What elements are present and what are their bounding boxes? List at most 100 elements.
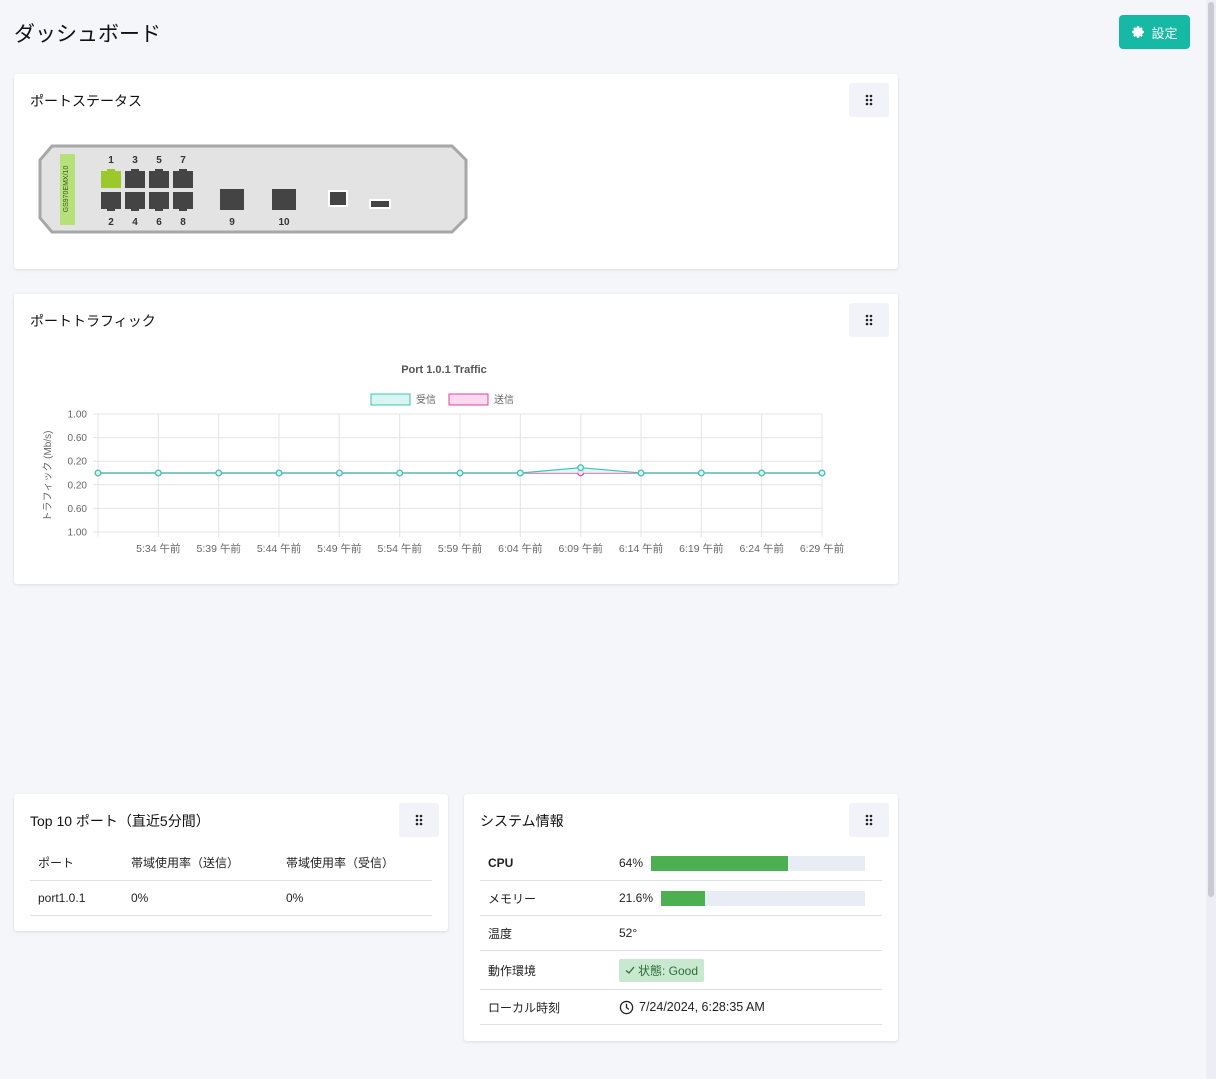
console-port[interactable]	[328, 190, 348, 207]
port-label-10: 10	[278, 217, 290, 228]
settings-button[interactable]: 設定	[1119, 15, 1190, 49]
cpu-value: 64%	[619, 856, 644, 870]
x-tick-label: 5:34 午前	[136, 542, 180, 555]
port-traffic-title: ポートトラフィック	[30, 313, 156, 329]
port-label-4: 4	[132, 217, 138, 228]
drag-dots-icon	[865, 94, 873, 106]
x-tick-label: 5:39 午前	[196, 542, 240, 555]
status-badge-text: 状態: Good	[638, 963, 699, 978]
data-point[interactable]	[818, 469, 826, 477]
data-point[interactable]	[456, 469, 464, 477]
cpu-row: CPU 64%	[480, 846, 882, 881]
data-point[interactable]	[637, 469, 645, 477]
port-4[interactable]	[125, 192, 145, 211]
x-tick-label: 6:14 午前	[619, 542, 663, 555]
gear-icon	[1131, 25, 1145, 39]
switch-faceplate: GS970EMX/10 1 3 5 7 2 4 6 8 9 10	[38, 144, 468, 234]
local-time-label: ローカル時刻	[488, 1000, 561, 1015]
column-header-port[interactable]: ポート	[30, 846, 123, 881]
port-3[interactable]	[125, 169, 145, 188]
table-row[interactable]: port1.0.1 0% 0%	[30, 880, 432, 916]
data-point[interactable]	[215, 469, 223, 477]
cell-port: port1.0.1	[30, 880, 123, 916]
drag-dots-icon	[865, 814, 873, 826]
y-tick-label: 0.20	[68, 457, 88, 468]
usb-port[interactable]	[369, 199, 391, 209]
port-5[interactable]	[149, 169, 169, 188]
legend-label-tx: 送信	[494, 393, 514, 406]
port-6[interactable]	[149, 192, 169, 211]
status-badge: 状態: Good	[619, 958, 705, 982]
settings-label: 設定	[1151, 25, 1178, 41]
page-title: ダッシュボード	[14, 23, 161, 46]
data-point[interactable]	[154, 469, 162, 477]
y-axis-ticks: 1.00 0.60 0.20 0.20 0.60 1.00	[68, 410, 88, 539]
legend-swatch-tx	[448, 393, 489, 406]
top10-table: ポート 帯域使用率（送信） 帯域使用率（受信） port1.0.1 0% 0%	[30, 846, 432, 916]
temperature-value: 52°	[619, 926, 638, 940]
local-time-value: 7/24/2024, 6:28:35 AM	[639, 1000, 765, 1014]
memory-usage-bar	[661, 890, 866, 906]
chart-title: Port 1.0.1 Traffic	[401, 364, 487, 376]
port-10[interactable]	[272, 189, 296, 210]
data-point[interactable]	[275, 469, 283, 477]
clock-icon	[619, 1000, 634, 1015]
data-point[interactable]	[577, 464, 585, 472]
chart-grid	[93, 413, 823, 537]
data-point[interactable]	[516, 469, 524, 477]
port-2[interactable]	[101, 192, 121, 211]
table-header-row: ポート 帯域使用率（送信） 帯域使用率（受信）	[30, 846, 432, 881]
drag-handle-button[interactable]	[849, 303, 889, 337]
port-7[interactable]	[173, 169, 193, 188]
y-tick-label: 0.20	[68, 480, 88, 491]
port-label-3: 3	[132, 155, 138, 166]
memory-usage-fill	[661, 890, 706, 906]
port-8[interactable]	[173, 192, 193, 211]
data-point[interactable]	[697, 469, 705, 477]
y-tick-label: 1.00	[68, 410, 88, 421]
cell-rx: 0%	[278, 880, 432, 916]
legend-item-tx[interactable]: 送信	[448, 393, 514, 406]
chart-legend: 受信 送信	[370, 393, 514, 406]
cpu-label: CPU	[488, 856, 514, 870]
top10-card: Top 10 ポート（直近5分間） ポート 帯域使用率（送信） 帯域使用率（受信…	[14, 794, 448, 931]
data-point[interactable]	[758, 469, 766, 477]
local-time-row: ローカル時刻 7/24/2024, 6:28:35 AM	[480, 990, 882, 1025]
data-point[interactable]	[335, 469, 343, 477]
column-header-rx[interactable]: 帯域使用率（受信）	[278, 846, 432, 881]
x-tick-label: 5:54 午前	[377, 542, 421, 555]
data-point[interactable]	[94, 469, 102, 477]
drag-dots-icon	[865, 314, 873, 326]
legend-item-rx[interactable]: 受信	[370, 393, 436, 406]
port-label-6: 6	[156, 217, 162, 228]
port-status-title: ポートステータス	[30, 93, 142, 109]
port-label-2: 2	[108, 217, 114, 228]
memory-value: 21.6%	[619, 891, 654, 905]
port-label-1: 1	[108, 155, 114, 166]
data-point[interactable]	[396, 469, 404, 477]
memory-row: メモリー 21.6%	[480, 881, 882, 916]
drag-handle-button[interactable]	[849, 803, 889, 837]
y-axis-label: トラフィック (Mb/s)	[42, 431, 54, 522]
drag-handle-button[interactable]	[849, 83, 889, 117]
drag-handle-button[interactable]	[399, 803, 439, 837]
port-9[interactable]	[220, 189, 244, 210]
port-status-card: ポートステータス GS970EMX/10 1 3 5 7 2 4 6 8 9 1…	[14, 74, 898, 269]
traffic-chart: Port 1.0.1 Traffic 受信 送信 トラフィック (Mb/s) 1…	[42, 364, 844, 555]
y-tick-label: 0.60	[68, 504, 88, 515]
x-tick-label: 6:19 午前	[679, 542, 723, 555]
system-info-title: システム情報	[480, 813, 564, 829]
x-tick-label: 5:49 午前	[317, 542, 361, 555]
cpu-usage-fill	[651, 855, 788, 871]
y-tick-label: 1.00	[68, 528, 88, 539]
environment-row: 動作環境 状態: Good	[480, 951, 882, 990]
column-header-tx[interactable]: 帯域使用率（送信）	[123, 846, 278, 881]
x-tick-label: 5:59 午前	[438, 542, 482, 555]
cpu-usage-bar	[651, 855, 866, 871]
x-tick-label: 6:09 午前	[558, 542, 602, 555]
x-tick-label: 5:44 午前	[257, 542, 301, 555]
temperature-row: 温度 52°	[480, 916, 882, 951]
port-1[interactable]	[101, 169, 121, 188]
page-scrollbar-thumb[interactable]	[1208, 2, 1214, 897]
port-label-9: 9	[229, 217, 235, 228]
